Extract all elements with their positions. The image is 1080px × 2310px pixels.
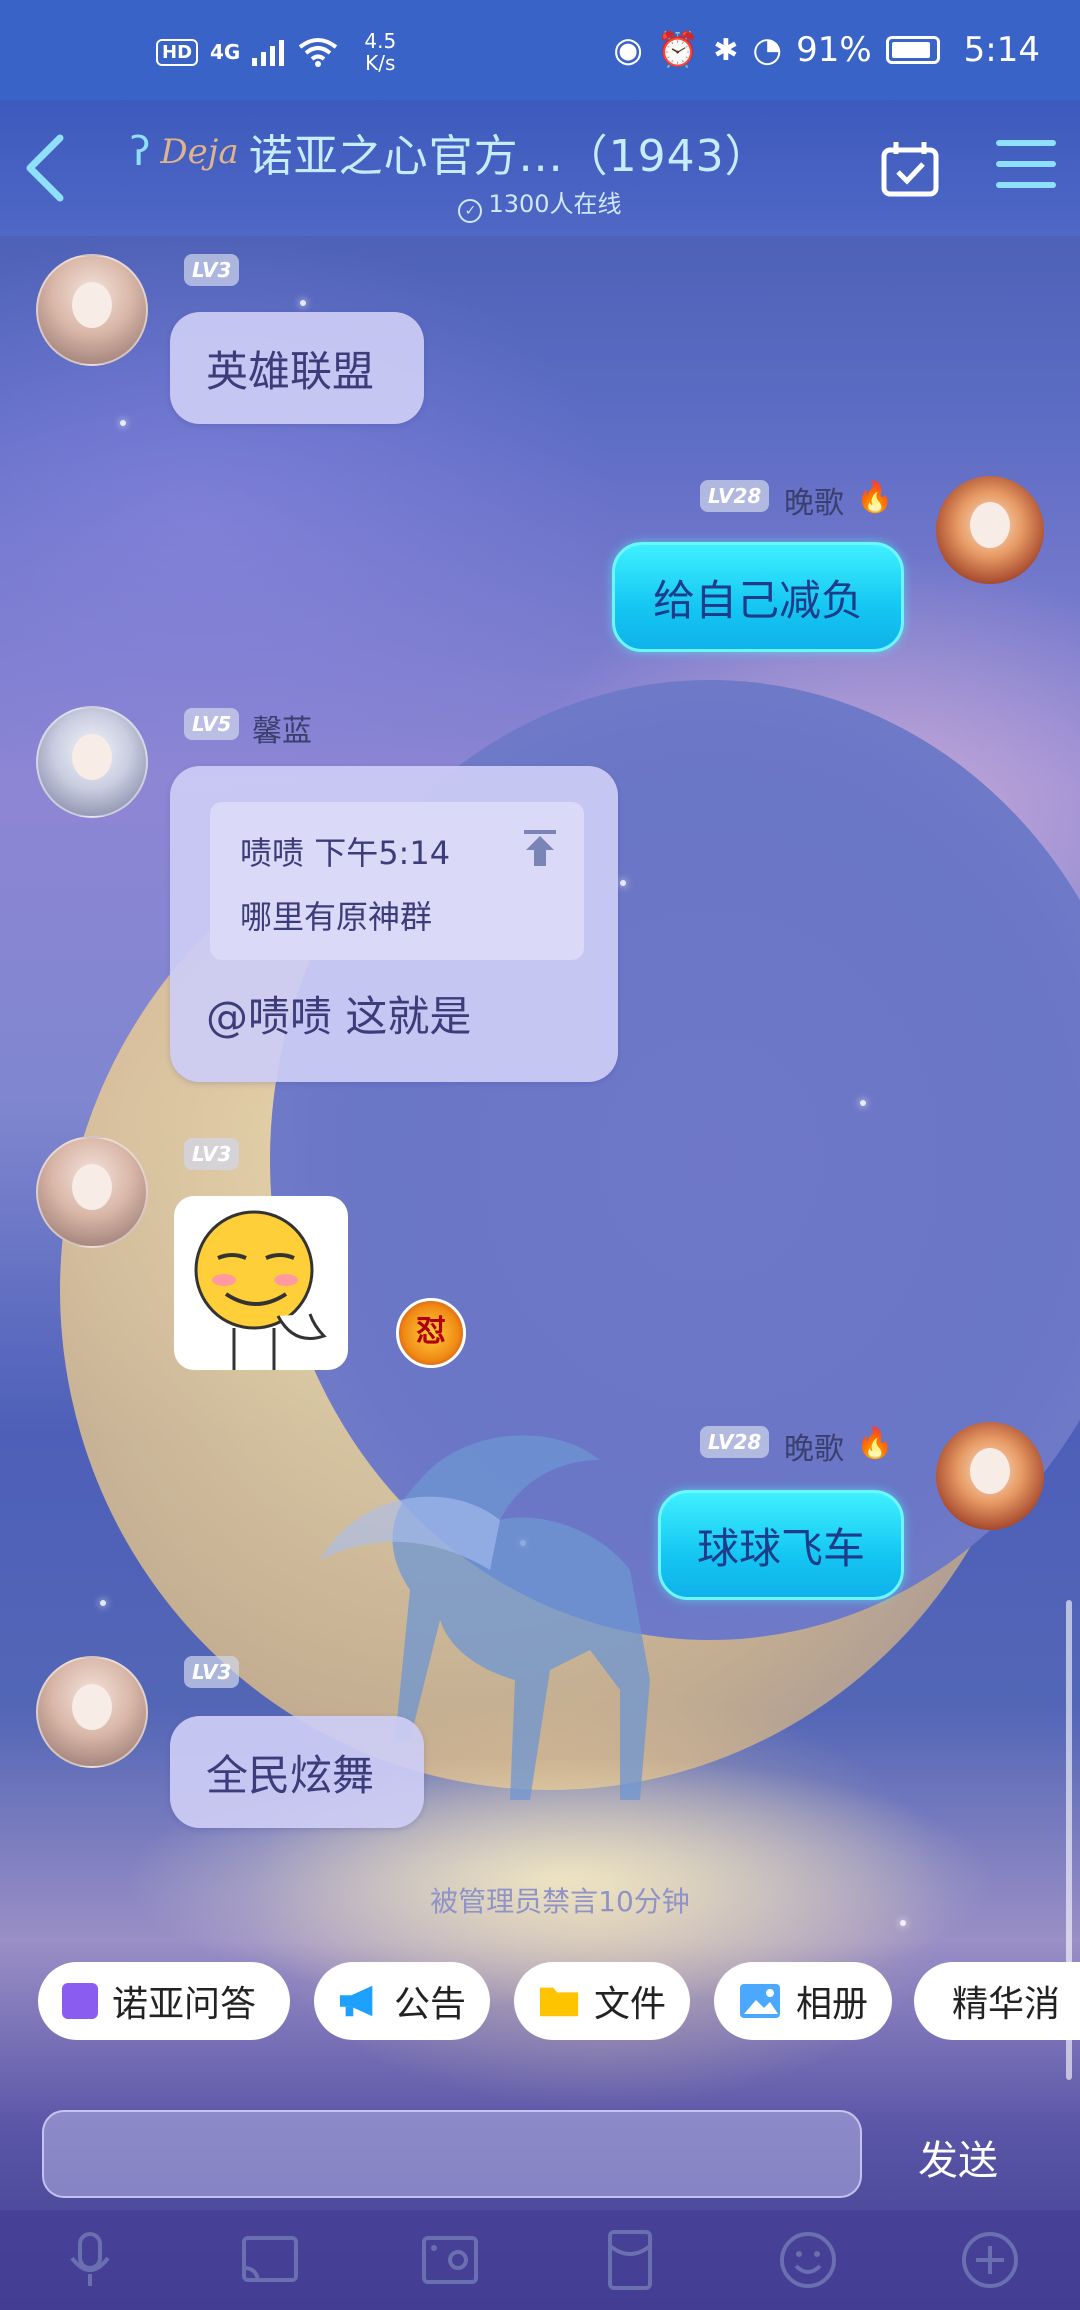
sender-nickname: 晚歌 — [784, 486, 844, 521]
avatar[interactable] — [36, 706, 148, 818]
battery-percent: 91% — [796, 30, 872, 70]
avatar[interactable] — [936, 1422, 1044, 1530]
chip-album[interactable]: 相册 — [714, 1962, 892, 2040]
level-badge: LV3 — [184, 1138, 240, 1170]
megaphone-icon — [339, 1985, 373, 2017]
plus-icon[interactable] — [958, 2228, 1022, 2292]
fire-icon: 🔥 — [856, 480, 894, 515]
folder-icon — [539, 1987, 579, 2017]
mic-icon[interactable] — [58, 2228, 122, 2292]
speedometer-icon: ◔ — [752, 30, 783, 70]
fire-icon: 🔥 — [856, 1426, 894, 1461]
quoted-reply[interactable]: 啧啧 下午5:14 哪里有原神群 — [210, 802, 584, 960]
avatar[interactable] — [36, 1136, 148, 1248]
chip-qa[interactable]: 诺亚问答 — [38, 1962, 290, 2040]
message-bubble[interactable]: 英雄联盟 — [170, 312, 424, 424]
sender-nickname: 馨蓝 — [252, 714, 312, 749]
avatar[interactable] — [36, 254, 148, 366]
message-input[interactable] — [42, 2110, 862, 2198]
ear-mode-icon: ʔ — [130, 129, 151, 175]
chip-announcement[interactable]: 公告 — [314, 1962, 490, 2040]
quoted-text: 哪里有原神群 — [240, 898, 433, 936]
cast-icon[interactable] — [238, 2228, 302, 2292]
level-badge: LV28 — [700, 480, 770, 512]
quoted-header: 啧啧 下午5:14 — [240, 834, 451, 872]
battery-icon — [885, 36, 940, 64]
emoji-icon[interactable] — [776, 2228, 840, 2292]
chip-essence[interactable]: 精华消 — [914, 1962, 1080, 2040]
deja-logo: Deja — [160, 132, 239, 172]
alarm-icon: ⏰ — [656, 30, 700, 70]
redpacket-icon[interactable] — [598, 2228, 662, 2292]
network-type: 4G — [210, 40, 241, 64]
reaction-badge[interactable]: 怼 — [396, 1298, 466, 1368]
level-badge: LV3 — [184, 1656, 240, 1688]
input-toolbar — [0, 2210, 1080, 2310]
level-badge: LV5 — [184, 708, 240, 740]
level-badge: LV28 — [700, 1426, 770, 1458]
chat-header: ʔ Deja 诺亚之心官方...（1943） ✓ 1300人在线 — [0, 100, 1080, 236]
clock: 5:14 — [963, 30, 1040, 70]
status-bar: HD 4G 4.5 K/s ◉ ⏰ ✱ ◔ 91% 5:14 — [0, 0, 1080, 100]
bluetooth-icon: ✱ — [713, 32, 739, 68]
photo-icon[interactable] — [418, 2228, 482, 2292]
send-button[interactable]: 发送 — [918, 2128, 998, 2186]
message-bubble[interactable]: 球球飞车 — [658, 1490, 904, 1600]
album-icon — [739, 1984, 780, 2018]
group-title: 诺亚之心官方...（1943） — [248, 131, 770, 182]
avatar[interactable] — [936, 476, 1044, 584]
avatar[interactable] — [36, 1656, 148, 1768]
hd-badge: HD — [156, 38, 199, 66]
jump-to-message-icon[interactable] — [520, 828, 560, 868]
eye-icon: ◉ — [613, 30, 643, 70]
system-notice: 被管理员禁言10分钟 — [430, 1885, 690, 1918]
sender-nickname: 晚歌 — [784, 1432, 844, 1467]
check-circle-icon: ✓ — [458, 199, 483, 223]
wifi-icon — [299, 38, 338, 67]
chip-files[interactable]: 文件 — [514, 1962, 690, 2040]
qa-icon — [62, 1983, 98, 2019]
signal-icon — [252, 40, 285, 66]
menu-icon[interactable] — [996, 140, 1056, 196]
group-title-area[interactable]: ʔ Deja 诺亚之心官方...（1943） — [130, 120, 770, 184]
sticker-image[interactable] — [174, 1196, 348, 1370]
level-badge: LV3 — [184, 254, 240, 286]
message-bubble[interactable]: 全民炫舞 — [170, 1716, 424, 1828]
calendar-check-icon[interactable] — [880, 140, 940, 198]
message-bubble[interactable]: 给自己减负 — [612, 542, 904, 652]
smirk-face-sticker — [194, 1210, 327, 1370]
message-text: @啧啧 这就是 — [206, 992, 472, 1041]
network-speed: 4.5 K/s — [364, 29, 397, 75]
